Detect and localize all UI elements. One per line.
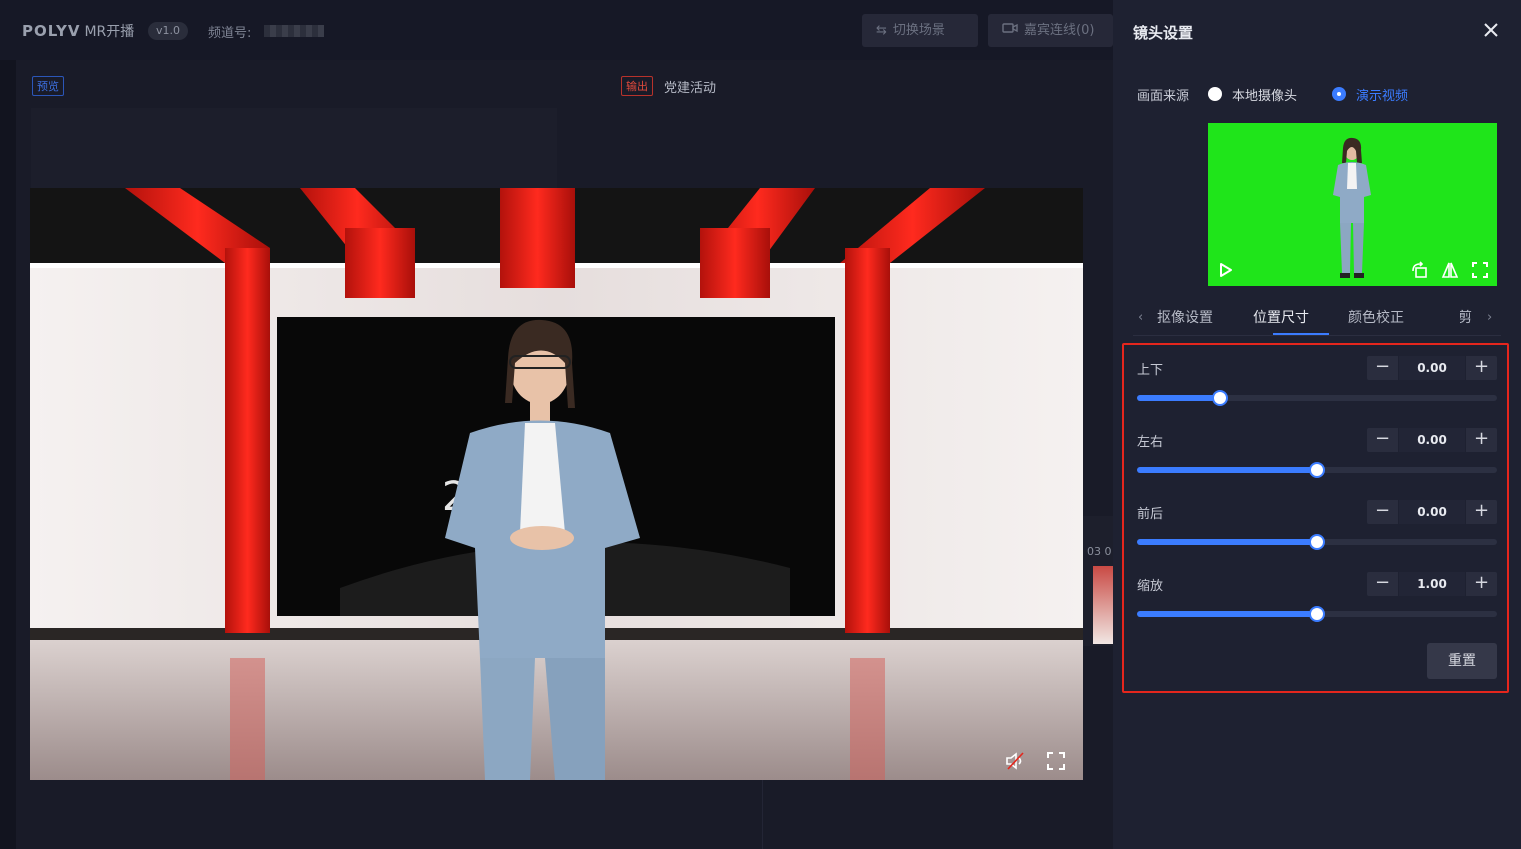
- guest-link-button[interactable]: 嘉宾连线(0): [988, 14, 1113, 47]
- close-icon[interactable]: [1481, 20, 1501, 40]
- virtual-studio-scene: L 屏 2 30: [30, 188, 1083, 780]
- app-logo: POLYV MR开播: [22, 21, 134, 41]
- channel-label: 频道号:: [208, 26, 252, 41]
- scene-strip-time: 03 0: [1087, 545, 1112, 558]
- radio-local-camera[interactable]: [1208, 87, 1222, 101]
- active-tab-indicator: [1273, 333, 1329, 335]
- fullscreen-icon[interactable]: [1471, 261, 1489, 279]
- logo-brand: POLYV: [22, 22, 81, 40]
- chevron-right-icon[interactable]: ›: [1487, 310, 1492, 325]
- source-preview: [1208, 123, 1497, 286]
- fullscreen-icon[interactable]: [1046, 751, 1066, 771]
- output-title: 党建活动: [664, 81, 717, 96]
- source-label: 画面来源: [1137, 89, 1190, 104]
- tab-color-correction[interactable]: 颜色校正: [1348, 307, 1404, 327]
- switch-scene-label: 切换场景: [892, 23, 945, 38]
- highlight-box: [1122, 343, 1509, 693]
- panel-title: 镜头设置: [1133, 24, 1194, 42]
- play-icon[interactable]: [1216, 261, 1234, 279]
- tab-crop-clip: 裁剪: [1460, 300, 1480, 334]
- tab-keying[interactable]: 抠像设置: [1157, 307, 1213, 327]
- swap-icon: ⇆: [876, 23, 887, 38]
- chevron-left-icon[interactable]: ‹: [1138, 310, 1143, 325]
- app-root: POLYV MR开播 v1.0 频道号: ⇆ 切换场景 嘉宾连线(0) 预览 输出 …: [0, 0, 1521, 849]
- radio-demo-video-label[interactable]: 演示视频: [1356, 85, 1408, 104]
- scene-thumbnail[interactable]: [1093, 566, 1113, 644]
- preview-placeholder: [31, 108, 557, 188]
- preview-tag: 预览: [32, 76, 64, 96]
- camera-icon: [1002, 14, 1018, 47]
- top-bar: POLYV MR开播 v1.0 频道号: ⇆ 切换场景 嘉宾连线(0): [0, 0, 1113, 60]
- output-video[interactable]: L 屏 2 30: [30, 188, 1083, 780]
- settings-tabs: ‹ 抠像设置 位置尺寸 颜色校正 裁剪 ›: [1133, 300, 1501, 336]
- output-tag: 输出: [621, 76, 653, 96]
- guest-link-label: 嘉宾连线(0): [1024, 23, 1095, 38]
- divider: [762, 780, 763, 849]
- tab-position-size[interactable]: 位置尺寸: [1253, 307, 1309, 327]
- channel-id-masked: [264, 25, 324, 37]
- mute-icon[interactable]: [1005, 751, 1027, 771]
- rotate-icon[interactable]: [1411, 261, 1429, 279]
- tab-crop[interactable]: 裁剪: [1460, 307, 1472, 327]
- radio-demo-video[interactable]: [1332, 87, 1346, 101]
- logo-product: MR开播: [84, 24, 135, 40]
- version-badge: v1.0: [148, 22, 189, 40]
- flip-icon[interactable]: [1441, 261, 1459, 279]
- radio-local-camera-label[interactable]: 本地摄像头: [1232, 85, 1297, 104]
- switch-scene-button[interactable]: ⇆ 切换场景: [862, 14, 978, 47]
